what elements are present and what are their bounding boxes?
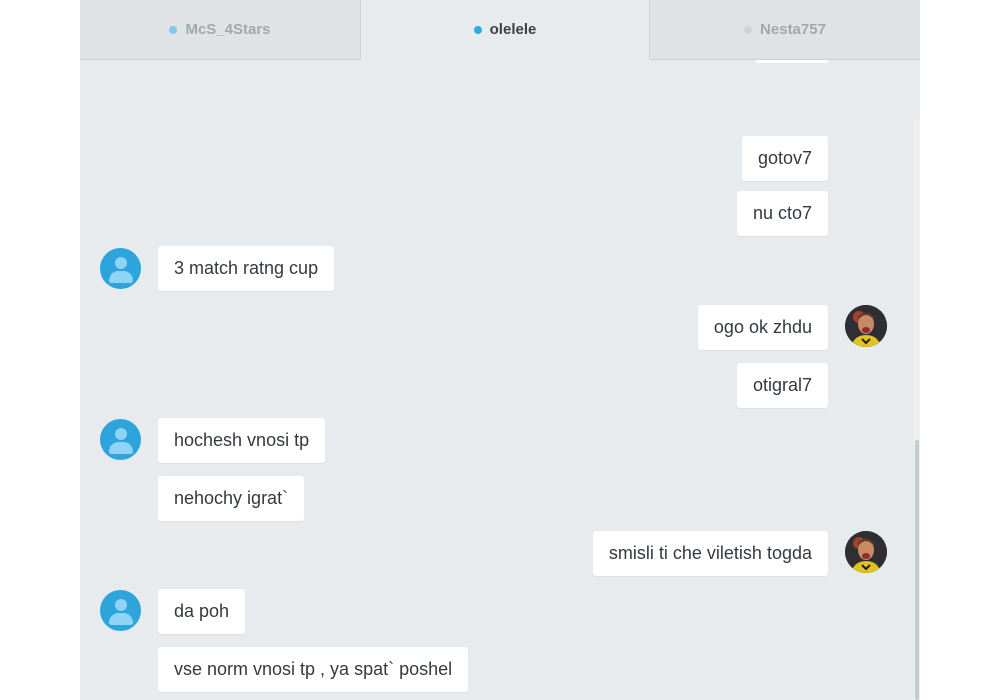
tab-mcs-4stars[interactable]: McS_4Stars bbox=[80, 0, 361, 60]
user-photo-icon bbox=[845, 531, 887, 573]
avatar-body bbox=[109, 613, 133, 625]
tab-olelele[interactable]: olelele bbox=[361, 0, 650, 60]
avatar-head bbox=[115, 257, 127, 269]
status-dot-icon bbox=[169, 25, 178, 34]
avatar-body bbox=[109, 271, 133, 283]
tab-nesta757[interactable]: Nesta757 bbox=[650, 0, 920, 60]
status-dot-icon bbox=[473, 25, 482, 34]
message-bubble-incoming: vse norm vnosi tp , ya spat` poshel bbox=[158, 647, 469, 692]
conversation-tabs: McS_4Stars olelele Nesta757 bbox=[80, 0, 920, 60]
status-dot-icon bbox=[744, 25, 753, 34]
message-bubble-outgoing: ogo ok zhdu bbox=[697, 305, 828, 350]
message-bubble-outgoing: gotov7 bbox=[741, 136, 828, 181]
message-list[interactable]: gotov7 nu cto7 3 match ratng cup ogo ok … bbox=[80, 60, 920, 700]
user-icon[interactable] bbox=[100, 419, 141, 460]
message-bubble-incoming: 3 match ratng cup bbox=[158, 246, 335, 291]
message-bubble-incoming: hochesh vnosi tp bbox=[158, 418, 326, 463]
tab-label: McS_4Stars bbox=[185, 21, 271, 38]
message-bubble-outgoing: otigral7 bbox=[736, 363, 828, 408]
tab-label: Nesta757 bbox=[760, 21, 826, 38]
chat-window: McS_4Stars olelele Nesta757 gotov7 nu ct… bbox=[80, 0, 920, 700]
tab-label: olelele bbox=[489, 21, 537, 38]
message-bubble-incoming: da poh bbox=[158, 589, 246, 634]
message-bubble-outgoing: smisli ti che viletish togda bbox=[592, 531, 828, 576]
user-icon[interactable] bbox=[100, 248, 141, 289]
user-photo-avatar[interactable] bbox=[845, 531, 887, 573]
message-bubble-outgoing: nu cto7 bbox=[736, 191, 828, 236]
avatar-head bbox=[115, 599, 127, 611]
user-photo-icon bbox=[845, 305, 887, 347]
scrollbar-thumb[interactable] bbox=[915, 440, 919, 700]
user-photo-avatar[interactable] bbox=[845, 305, 887, 347]
avatar-head bbox=[115, 428, 127, 440]
user-icon[interactable] bbox=[100, 590, 141, 631]
message-bubble-incoming: nehochy igrat` bbox=[158, 476, 305, 521]
avatar-body bbox=[109, 442, 133, 454]
